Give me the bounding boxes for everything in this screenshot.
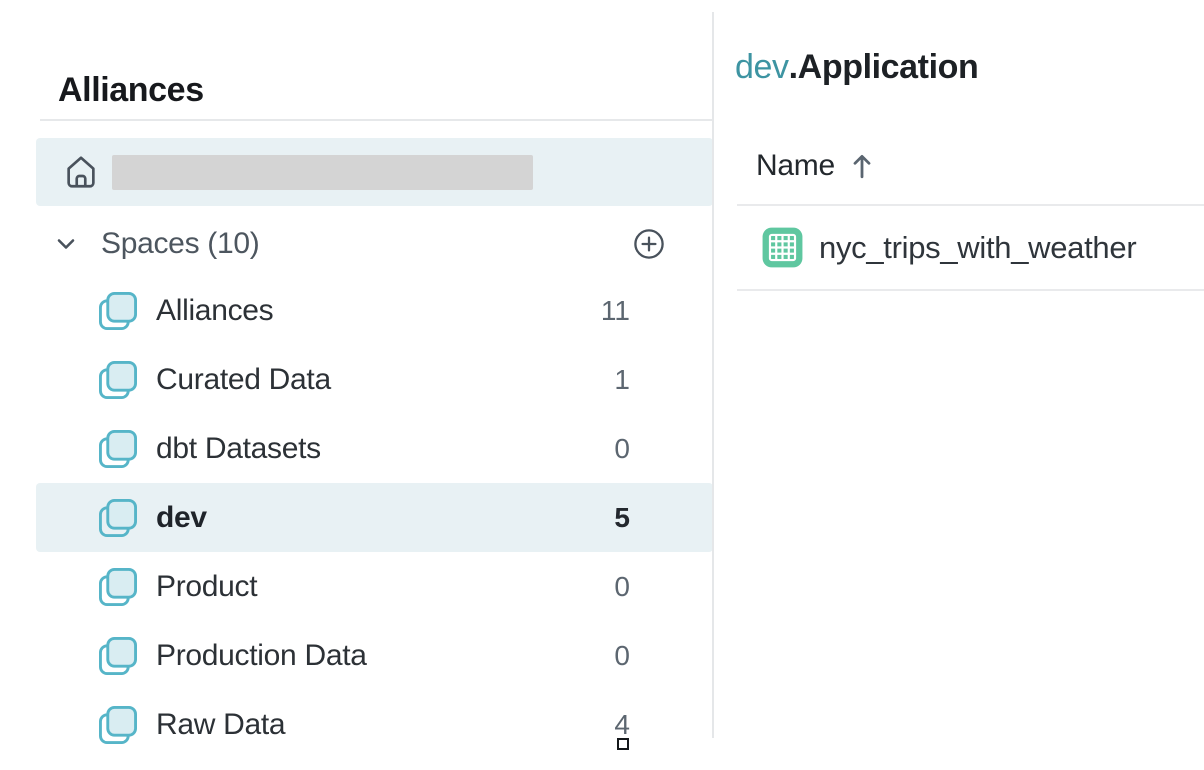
- panel-divider: [712, 12, 714, 738]
- space-icon: [98, 360, 138, 400]
- breadcrumb-parent-link[interactable]: dev: [735, 48, 789, 86]
- home-item[interactable]: [36, 138, 713, 206]
- space-icon: [98, 498, 138, 538]
- column-header-label: Name: [756, 149, 835, 183]
- space-item-alliances[interactable]: Alliances 11: [36, 276, 713, 345]
- plus-circle-icon: [632, 227, 666, 261]
- dataset-name: nyc_trips_with_weather: [819, 230, 1136, 266]
- app-canvas: Alliances Spaces (10): [0, 0, 1204, 770]
- dataset-table-icon: [762, 227, 803, 268]
- breadcrumb-current: Application: [798, 48, 979, 86]
- space-item-count: 0: [614, 433, 630, 465]
- space-item-label: Alliances: [156, 294, 273, 328]
- dataset-row[interactable]: nyc_trips_with_weather: [737, 206, 1204, 289]
- spaces-section-label: Spaces (10): [101, 227, 632, 261]
- space-icon: [98, 567, 138, 607]
- add-space-button[interactable]: [632, 227, 666, 261]
- space-item-product[interactable]: Product 0: [36, 552, 713, 621]
- space-icon: [98, 291, 138, 331]
- home-icon: [62, 153, 100, 191]
- space-item-dbt-datasets[interactable]: dbt Datasets 0: [36, 414, 713, 483]
- space-item-label: dbt Datasets: [156, 432, 321, 466]
- breadcrumb: dev.Application: [735, 50, 978, 84]
- column-header-name[interactable]: Name: [756, 150, 873, 182]
- spaces-tree: Alliances 11 Curated Data 1 dbt Datasets…: [36, 276, 713, 759]
- space-icon: [98, 429, 138, 469]
- space-item-raw-data[interactable]: Raw Data 4: [36, 690, 713, 759]
- sidebar-title-divider: [40, 119, 713, 121]
- space-item-label: Curated Data: [156, 363, 331, 397]
- space-item-count: 11: [601, 295, 630, 327]
- space-item-label: Production Data: [156, 639, 367, 673]
- table-row-divider: [737, 289, 1204, 291]
- breadcrumb-separator: .: [789, 48, 798, 86]
- space-item-count: 5: [614, 502, 630, 534]
- space-item-count: 4: [614, 709, 630, 741]
- space-icon: [98, 705, 138, 745]
- space-item-production-data[interactable]: Production Data 0: [36, 621, 713, 690]
- space-item-curated-data[interactable]: Curated Data 1: [36, 345, 713, 414]
- space-icon: [98, 636, 138, 676]
- spaces-section-header: Spaces (10): [36, 224, 713, 264]
- space-item-label: Product: [156, 570, 257, 604]
- space-item-count: 0: [614, 571, 630, 603]
- chevron-down-icon[interactable]: [53, 231, 79, 257]
- sort-ascending-icon: [851, 152, 873, 180]
- space-item-dev[interactable]: dev 5: [36, 483, 713, 552]
- sidebar-title: Alliances: [58, 73, 204, 107]
- space-item-count: 1: [614, 364, 630, 396]
- space-item-label: dev: [156, 501, 207, 535]
- redacted-home-label: [112, 155, 533, 190]
- stray-glyph-box: [617, 738, 629, 750]
- space-item-count: 0: [614, 640, 630, 672]
- space-item-label: Raw Data: [156, 708, 285, 742]
